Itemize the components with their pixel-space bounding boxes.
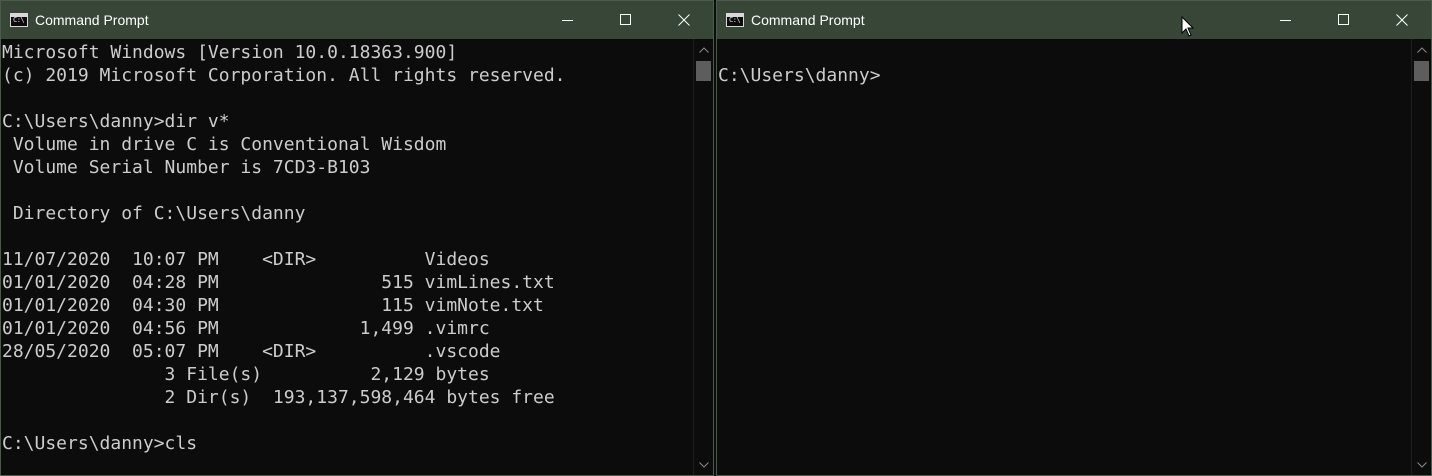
console-line: Volume in drive C is Conventional Wisdom <box>2 134 447 155</box>
command-prompt-window-right[interactable]: C:\ Command Prompt C:\Users\danny> <box>716 0 1432 476</box>
scroll-thumb[interactable] <box>1414 61 1429 81</box>
console-line: 01/01/2020 04:56 PM 1,499 .vimrc <box>2 318 490 339</box>
console-line: 01/01/2020 04:28 PM 515 vimLines.txt <box>2 272 555 293</box>
console-line: Volume Serial Number is 7CD3-B103 <box>2 157 371 178</box>
caption-buttons <box>539 1 713 39</box>
scroll-down-button[interactable] <box>694 456 713 473</box>
scroll-down-button[interactable] <box>1412 456 1431 473</box>
minimize-icon <box>1280 20 1291 21</box>
chevron-down-icon <box>1416 461 1427 468</box>
console-output[interactable]: C:\Users\danny> <box>718 41 881 87</box>
console-line: Microsoft Windows [Version 10.0.18363.90… <box>2 42 458 63</box>
vertical-scrollbar[interactable] <box>1411 39 1431 475</box>
maximize-button[interactable] <box>1315 1 1373 39</box>
command-prompt-window-left[interactable]: C:\ Command Prompt Microsoft Windows [Ve… <box>0 0 714 476</box>
close-button[interactable] <box>1373 1 1431 39</box>
close-button[interactable] <box>655 1 713 39</box>
window-title: Command Prompt <box>35 12 149 28</box>
cmd-icon[interactable]: C:\ <box>10 13 28 27</box>
close-icon <box>1396 14 1408 26</box>
mouse-pointer-icon <box>1181 16 1195 37</box>
scroll-up-button[interactable] <box>1412 41 1431 58</box>
minimize-icon <box>562 20 573 21</box>
scroll-thumb[interactable] <box>696 61 711 81</box>
console-line: C:\Users\danny> <box>718 65 881 86</box>
console-line: 11/07/2020 10:07 PM <DIR> Videos <box>2 249 490 270</box>
maximize-button[interactable] <box>597 1 655 39</box>
console-line: 3 File(s) 2,129 bytes <box>2 364 490 385</box>
maximize-icon <box>1338 14 1349 25</box>
console-output[interactable]: Microsoft Windows [Version 10.0.18363.90… <box>2 41 566 455</box>
title-bar[interactable]: C:\ Command Prompt <box>1 1 713 39</box>
caption-buttons <box>1257 1 1431 39</box>
console-line: (c) 2019 Microsoft Corporation. All righ… <box>2 65 566 86</box>
console-line: C:\Users\danny>dir v* <box>2 111 230 132</box>
console-line: C:\Users\danny>cls <box>2 433 198 454</box>
minimize-button[interactable] <box>539 1 597 39</box>
vertical-scrollbar[interactable] <box>693 39 713 475</box>
desktop: C:\ Command Prompt Microsoft Windows [Ve… <box>0 0 1432 476</box>
title-bar[interactable]: C:\ Command Prompt <box>717 1 1431 39</box>
console-line: 01/01/2020 04:30 PM 115 vimNote.txt <box>2 295 544 316</box>
close-icon <box>678 14 690 26</box>
console-line: 2 Dir(s) 193,137,598,464 bytes free <box>2 387 555 408</box>
cmd-icon-text: C:\ <box>13 16 25 24</box>
console-line: 28/05/2020 05:07 PM <DIR> .vscode <box>2 341 501 362</box>
chevron-up-icon <box>1416 46 1427 53</box>
minimize-button[interactable] <box>1257 1 1315 39</box>
maximize-icon <box>620 14 631 25</box>
chevron-up-icon <box>698 46 709 53</box>
cmd-icon[interactable]: C:\ <box>726 13 744 27</box>
cmd-icon-text: C:\ <box>729 16 741 24</box>
chevron-down-icon <box>698 461 709 468</box>
console-line: Directory of C:\Users\danny <box>2 203 306 224</box>
scroll-up-button[interactable] <box>694 41 713 58</box>
